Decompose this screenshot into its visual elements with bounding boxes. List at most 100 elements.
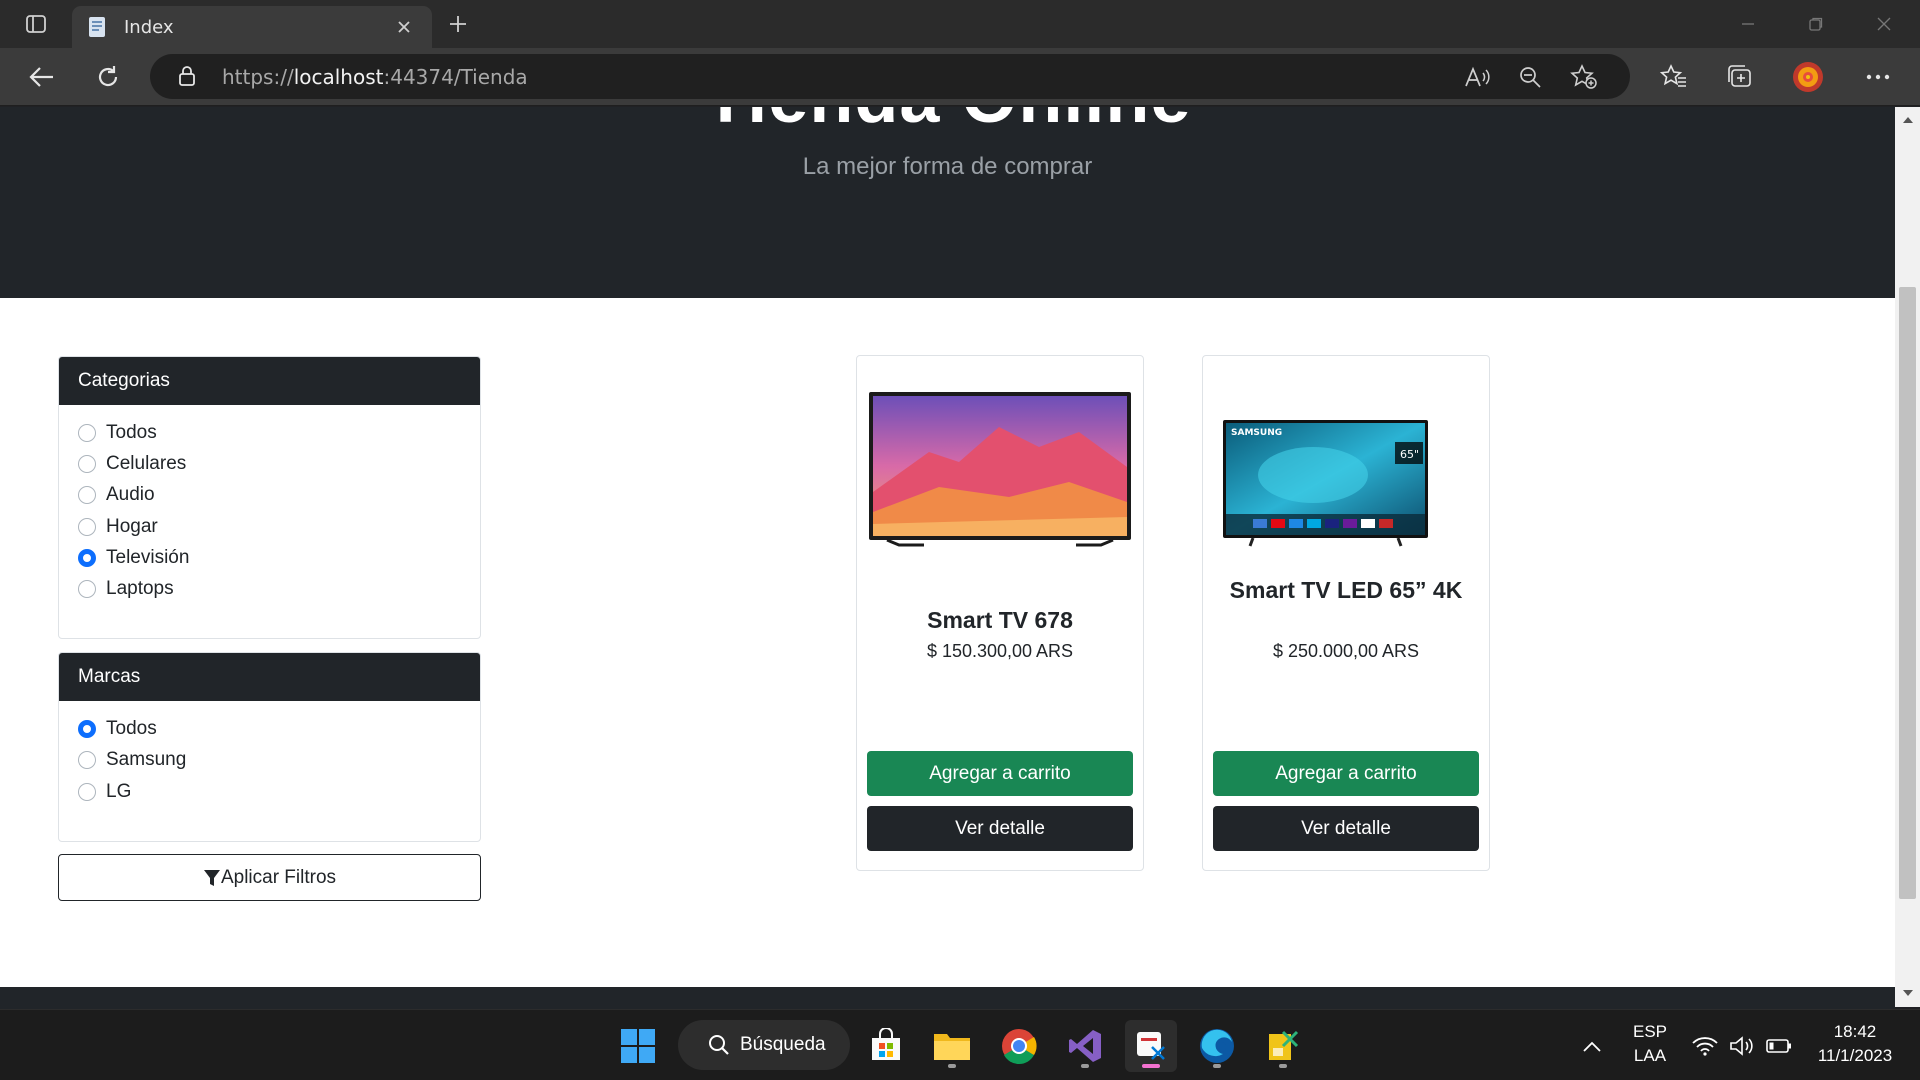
tv-brand-logo: SAMSUNG <box>1231 428 1282 438</box>
brands-filter-card: Marcas Todos Samsung LG <box>58 652 481 842</box>
scroll-down-arrow-icon[interactable] <box>1895 983 1920 1003</box>
radio-button-selected[interactable] <box>78 720 96 738</box>
address-bar[interactable]: https://localhost:44374/Tienda <box>150 54 1630 99</box>
category-option-laptops[interactable]: Laptops <box>78 576 174 602</box>
category-option-celulares[interactable]: Celulares <box>78 451 186 477</box>
running-indicator <box>1213 1064 1221 1068</box>
option-label: Audio <box>106 484 155 505</box>
product-name[interactable]: Smart TV 678 <box>857 606 1143 634</box>
page-title: Tienda Online <box>0 107 1895 139</box>
profile-avatar[interactable] <box>1788 57 1828 97</box>
keyboard-layout: LAA <box>1633 1046 1667 1065</box>
radio-button[interactable] <box>78 783 96 801</box>
browser-toolbar: https://localhost:44374/Tienda <box>0 48 1920 106</box>
radio-button[interactable] <box>78 751 96 769</box>
visual-studio-icon[interactable] <box>1059 1020 1111 1072</box>
product-name[interactable]: Smart TV LED 65” 4K <box>1203 576 1489 604</box>
option-label: Hogar <box>106 516 158 537</box>
clock-date: 11/1/2023 <box>1817 1046 1893 1065</box>
volume-icon[interactable] <box>1724 1020 1760 1072</box>
taskbar-search[interactable]: Búsqueda <box>678 1020 850 1070</box>
option-label: Laptops <box>106 578 174 599</box>
microsoft-store-icon[interactable] <box>860 1020 912 1072</box>
radio-button[interactable] <box>78 455 96 473</box>
new-tab-icon[interactable] <box>440 8 476 40</box>
product-price: $ 250.000,00 ARS <box>1272 641 1420 661</box>
category-option-television[interactable]: Televisión <box>78 545 189 571</box>
refresh-icon[interactable] <box>88 57 128 97</box>
file-explorer-icon[interactable] <box>926 1020 978 1072</box>
tab-actions-icon[interactable] <box>14 8 58 40</box>
page-footer <box>0 987 1895 1009</box>
add-to-cart-button[interactable]: Agregar a carrito <box>1213 751 1479 796</box>
category-option-todos[interactable]: Todos <box>78 420 157 446</box>
favorites-icon[interactable] <box>1654 57 1694 97</box>
windows-taskbar: Búsqueda ESP LAA 18:42 11/1/2023 <box>0 1009 1920 1080</box>
browser-tab-strip: Index <box>0 0 1920 48</box>
url-scheme: https:// <box>222 65 294 89</box>
tv-size-badge: 65" <box>1400 448 1419 461</box>
brand-option-samsung[interactable]: Samsung <box>78 747 186 773</box>
brand-option-todos[interactable]: Todos <box>78 716 157 742</box>
scrollbar-thumb[interactable] <box>1899 287 1916 899</box>
url-text[interactable]: https://localhost:44374/Tienda <box>222 65 528 89</box>
product-price: $ 150.300,00 ARS <box>926 641 1074 661</box>
close-tab-icon[interactable] <box>390 13 418 41</box>
radio-button[interactable] <box>78 580 96 598</box>
vertical-scrollbar[interactable] <box>1895 107 1920 1007</box>
url-path: :44374/Tienda <box>383 65 528 89</box>
read-aloud-icon[interactable] <box>1460 60 1494 94</box>
wifi-icon[interactable] <box>1686 1020 1724 1072</box>
add-favorite-icon[interactable] <box>1567 60 1601 94</box>
chevron-up-icon[interactable] <box>1572 1020 1612 1072</box>
battery-icon[interactable] <box>1760 1020 1798 1072</box>
clock[interactable]: 18:42 11/1/2023 <box>1800 1020 1910 1068</box>
minimize-icon[interactable] <box>1714 0 1782 48</box>
lock-icon[interactable] <box>176 65 198 87</box>
chrome-icon[interactable] <box>993 1020 1045 1072</box>
language-indicator[interactable]: ESP LAA <box>1625 1020 1675 1068</box>
product-card: SAMSUNG 65" Smart TV LED 65” 4K $ 250.00… <box>1202 355 1490 871</box>
option-label: Todos <box>106 718 157 739</box>
tab-title: Index <box>124 16 174 38</box>
close-window-icon[interactable] <box>1850 0 1918 48</box>
hero-header: Tienda Online La mejor forma de comprar <box>0 107 1895 298</box>
option-label: Samsung <box>106 749 187 770</box>
view-detail-button[interactable]: Ver detalle <box>1213 806 1479 851</box>
radio-button-selected[interactable] <box>78 549 96 567</box>
app-icon[interactable] <box>1257 1020 1309 1072</box>
collections-icon[interactable] <box>1720 57 1760 97</box>
apply-filters-button[interactable]: Aplicar Filtros <box>58 854 481 901</box>
more-options-icon[interactable] <box>1858 57 1898 97</box>
view-detail-button[interactable]: Ver detalle <box>867 806 1133 851</box>
product-image-tv-samsung[interactable]: SAMSUNG 65" <box>1223 420 1428 550</box>
option-label: Todos <box>106 422 157 443</box>
add-to-cart-button[interactable]: Agregar a carrito <box>867 751 1133 796</box>
categories-filter-card: Categorias Todos Celulares Audio Hogar T… <box>58 356 481 639</box>
browser-tab-active[interactable]: Index <box>72 6 432 48</box>
option-label: LG <box>106 781 132 802</box>
radio-button[interactable] <box>78 424 96 442</box>
active-indicator <box>1142 1064 1160 1068</box>
brand-option-lg[interactable]: LG <box>78 779 131 805</box>
category-option-hogar[interactable]: Hogar <box>78 514 158 540</box>
running-indicator <box>948 1064 956 1068</box>
categories-header: Categorias <box>59 357 480 405</box>
restore-icon[interactable] <box>1782 0 1850 48</box>
clock-time: 18:42 <box>1833 1022 1877 1041</box>
scroll-up-arrow-icon[interactable] <box>1895 109 1920 129</box>
start-windows-icon[interactable] <box>612 1020 664 1072</box>
url-host: localhost <box>293 65 384 89</box>
edge-icon[interactable] <box>1191 1020 1243 1072</box>
back-arrow-icon[interactable] <box>22 57 62 97</box>
radio-button[interactable] <box>78 486 96 504</box>
zoom-out-icon[interactable] <box>1513 60 1547 94</box>
page-favicon-icon <box>86 15 110 39</box>
language-code: ESP <box>1632 1022 1668 1041</box>
category-option-audio[interactable]: Audio <box>78 482 155 508</box>
radio-button[interactable] <box>78 518 96 536</box>
snipping-tool-icon[interactable] <box>1125 1020 1177 1072</box>
product-image-tv-lg[interactable] <box>869 392 1131 552</box>
option-label: Televisión <box>106 547 190 568</box>
running-indicator <box>1081 1064 1089 1068</box>
